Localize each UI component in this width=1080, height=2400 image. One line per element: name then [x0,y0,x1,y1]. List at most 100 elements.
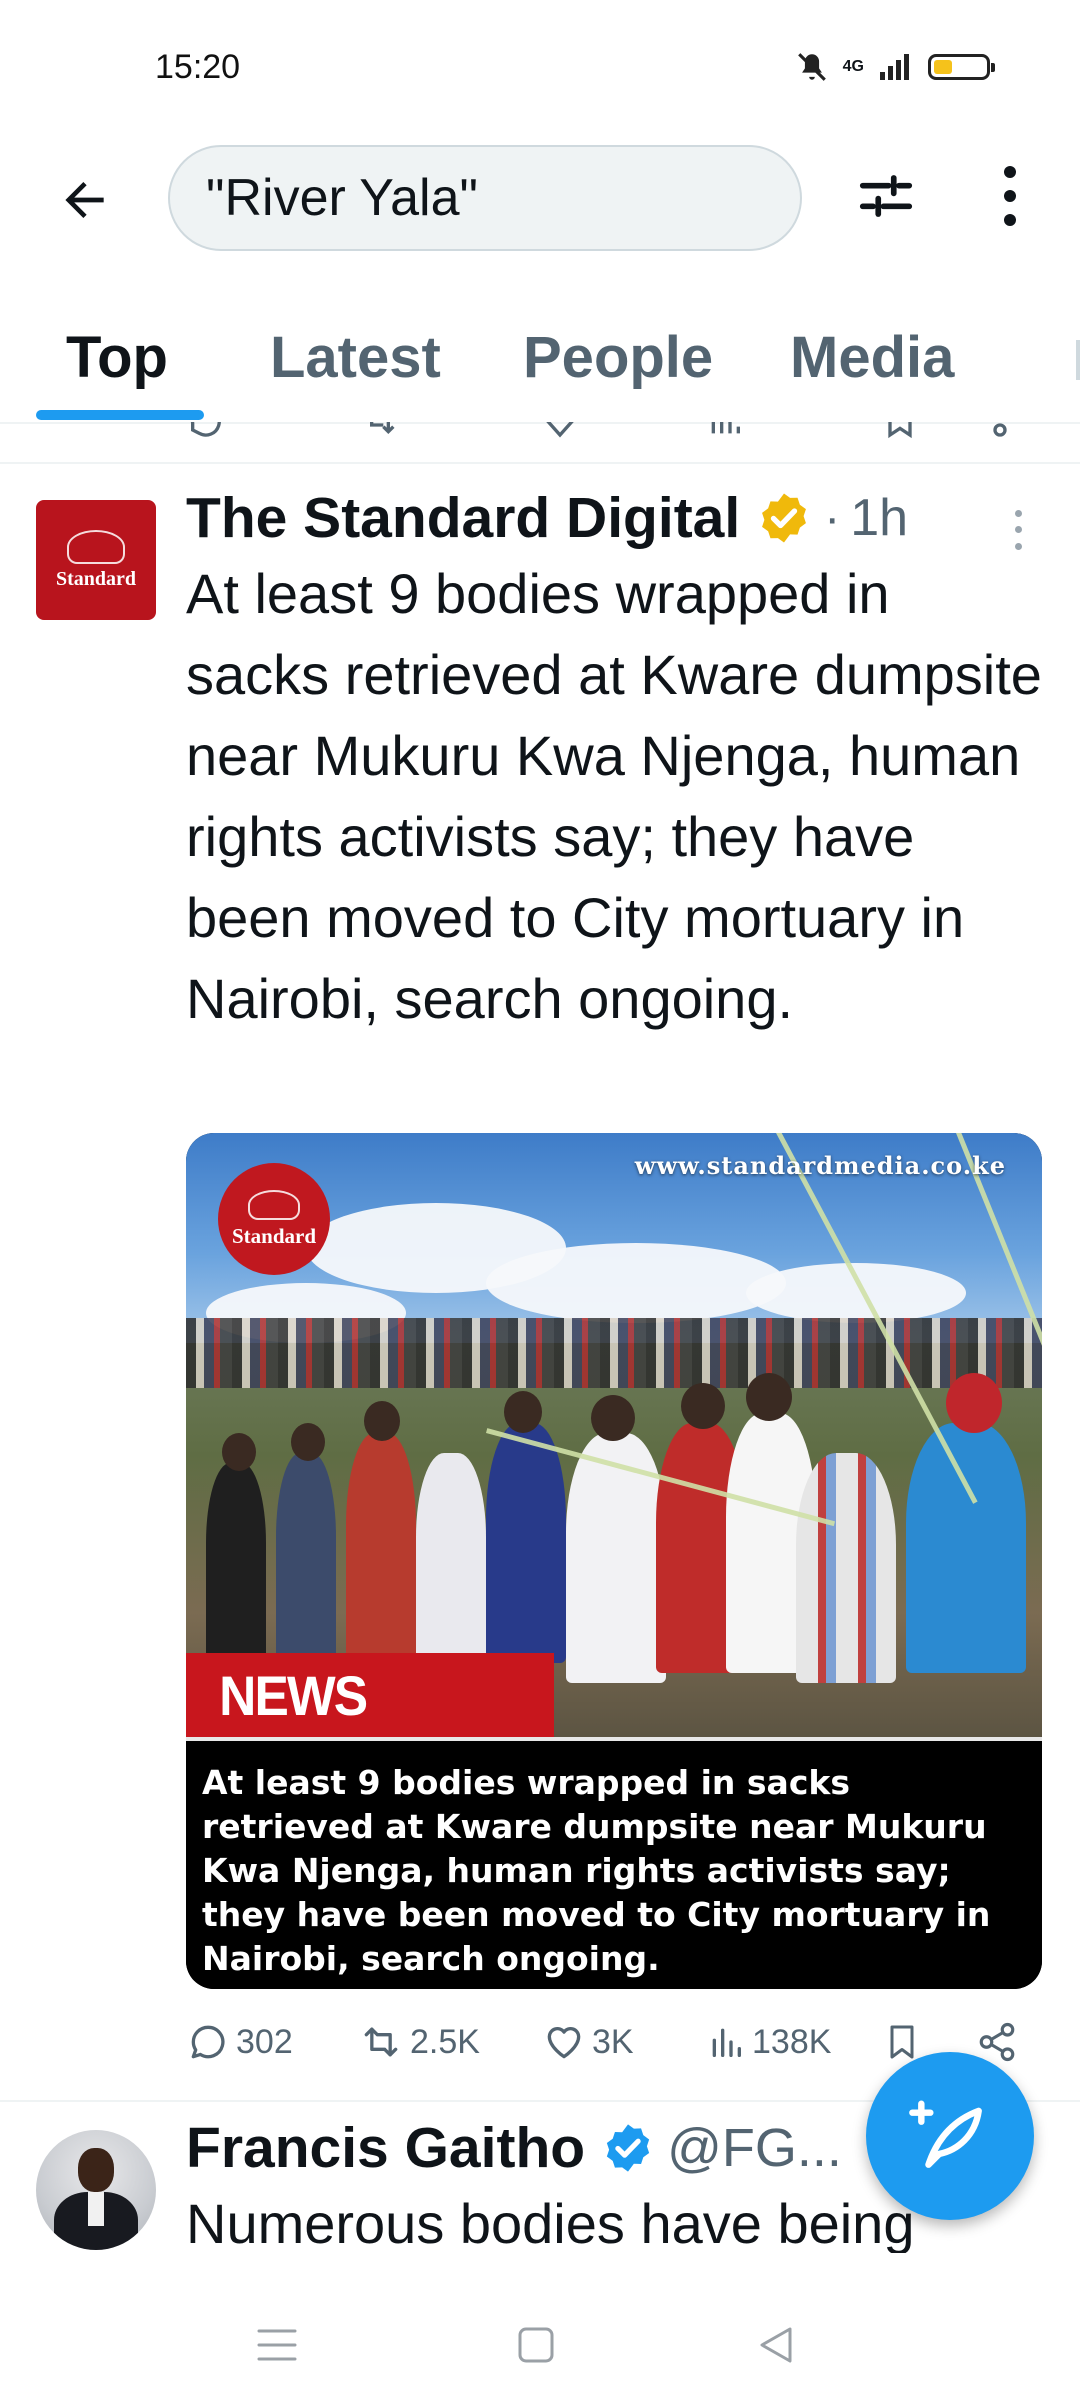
avatar[interactable] [36,2130,156,2250]
tab-top[interactable]: Top [66,324,168,391]
photo-head [746,1373,792,1421]
avatar[interactable]: Standard [36,500,156,620]
tweet-divider [0,462,1080,464]
share-button[interactable] [976,2020,1018,2064]
like-icon [546,422,574,438]
tweet-more-button[interactable] [1003,505,1033,555]
photo-head [681,1383,725,1429]
photo-person [906,1423,1026,1673]
verified-blue-icon [606,2124,650,2172]
share-icon [979,2022,1015,2062]
tab-media[interactable]: Media [790,324,954,391]
photo-head [591,1395,635,1441]
tweet-time[interactable]: 1h [850,488,908,548]
like-button[interactable]: 3K [542,2020,634,2064]
bookmark-icon [890,2025,914,2059]
photo-head [222,1433,256,1471]
tab-overflow-edge [1076,340,1080,380]
compose-feather-icon [909,2100,982,2168]
photo-person [486,1423,566,1663]
photo-head [946,1373,1002,1433]
photo-person [796,1453,896,1683]
more-dot-icon [1014,526,1022,534]
tweet-text: At least 9 bodies wrapped in sacks retri… [186,562,1042,1030]
views-count: 138K [752,2022,832,2061]
tweet-author-name[interactable]: The Standard Digital [186,485,740,551]
photo-crowd [186,1318,1042,1388]
news-caption-text: At least 9 bodies wrapped in sacks retri… [202,1763,991,1978]
tweet-header: Francis Gaitho @FG... [186,2115,842,2181]
photo-head [504,1391,542,1433]
search-tabs: Top Latest People Media [0,300,1080,424]
more-options-button[interactable] [980,160,1040,232]
status-icons: 4G [795,50,995,84]
repost-button[interactable]: 2.5K [358,2020,480,2064]
media-watermark: www.standardmedia.co.ke [634,1151,1006,1180]
more-vertical-icon [1004,166,1016,226]
separator-dot: · [824,491,841,545]
network-label: 4G [842,58,864,75]
views-button[interactable]: 138K [706,2020,831,2064]
verified-gold-icon [762,493,807,543]
repost-icon [370,422,395,435]
tab-latest[interactable]: Latest [270,324,441,391]
photo-person [416,1453,486,1663]
compose-post-button[interactable] [866,2052,1034,2220]
tweet-author-handle[interactable]: @FG... [667,2117,842,2179]
nav-back-button[interactable] [735,2310,815,2380]
menu-icon [257,2329,297,2361]
reply-icon [191,2025,225,2059]
search-filter-button[interactable] [850,160,922,232]
repost-count: 2.5K [410,2022,480,2061]
battery-icon [928,54,995,80]
views-icon [712,2028,741,2057]
standard-crest-icon [248,1189,300,1220]
media-logo-text: Standard [231,1223,317,1248]
standard-crest-icon [67,529,125,564]
heart-icon [547,2027,581,2059]
search-query: "River Yala" [206,169,478,227]
sliders-icon [859,175,913,217]
mute-icon [797,53,826,81]
avatar-logo-text: Standard [55,567,137,590]
back-button[interactable] [50,165,120,235]
search-input[interactable]: "River Yala" [168,145,802,251]
more-dot-icon [1014,543,1022,551]
avatar-face [78,2148,114,2192]
bookmark-icon [888,422,912,439]
more-dot-icon [1014,509,1022,517]
photo-cloud [486,1243,786,1323]
avatar-shirt [88,2192,104,2226]
signal-icon [880,54,909,80]
system-navigation-bar [0,2290,1080,2400]
photo-person [566,1433,666,1683]
tab-people[interactable]: People [523,324,713,391]
photo-person [206,1463,266,1663]
previous-tweet-actions [0,422,1080,448]
share-icon [993,423,1007,437]
like-count: 3K [592,2022,634,2061]
reply-count: 302 [236,2022,293,2061]
bookmark-button[interactable] [882,2020,922,2064]
tweet-header: The Standard Digital · 1h [186,485,908,551]
reply-button[interactable]: 302 [186,2020,293,2064]
reply-icon [190,422,221,437]
tweet-author-name[interactable]: Francis Gaitho [186,2115,585,2181]
photo-head [291,1423,325,1461]
nav-home-button[interactable] [496,2310,576,2380]
home-square-icon [518,2327,554,2363]
standard-logo: Standard [218,1163,330,1275]
news-update-banner: NEWS UPDATE [186,1653,554,1813]
repost-icon [364,2027,398,2057]
photo-person [346,1433,416,1663]
nav-menu-button[interactable] [237,2310,317,2380]
views-icon [711,422,740,434]
active-tab-indicator [36,410,204,420]
tweet-text: Numerous bodies have being [186,2192,915,2253]
arrow-left-icon [65,182,104,218]
status-time: 15:20 [155,48,241,86]
photo-head [364,1401,400,1441]
photo-person [276,1453,336,1663]
tweet-media-image[interactable]: Standard www.standardmedia.co.ke NEWS UP… [186,1133,1042,1989]
battery-level [934,60,953,74]
